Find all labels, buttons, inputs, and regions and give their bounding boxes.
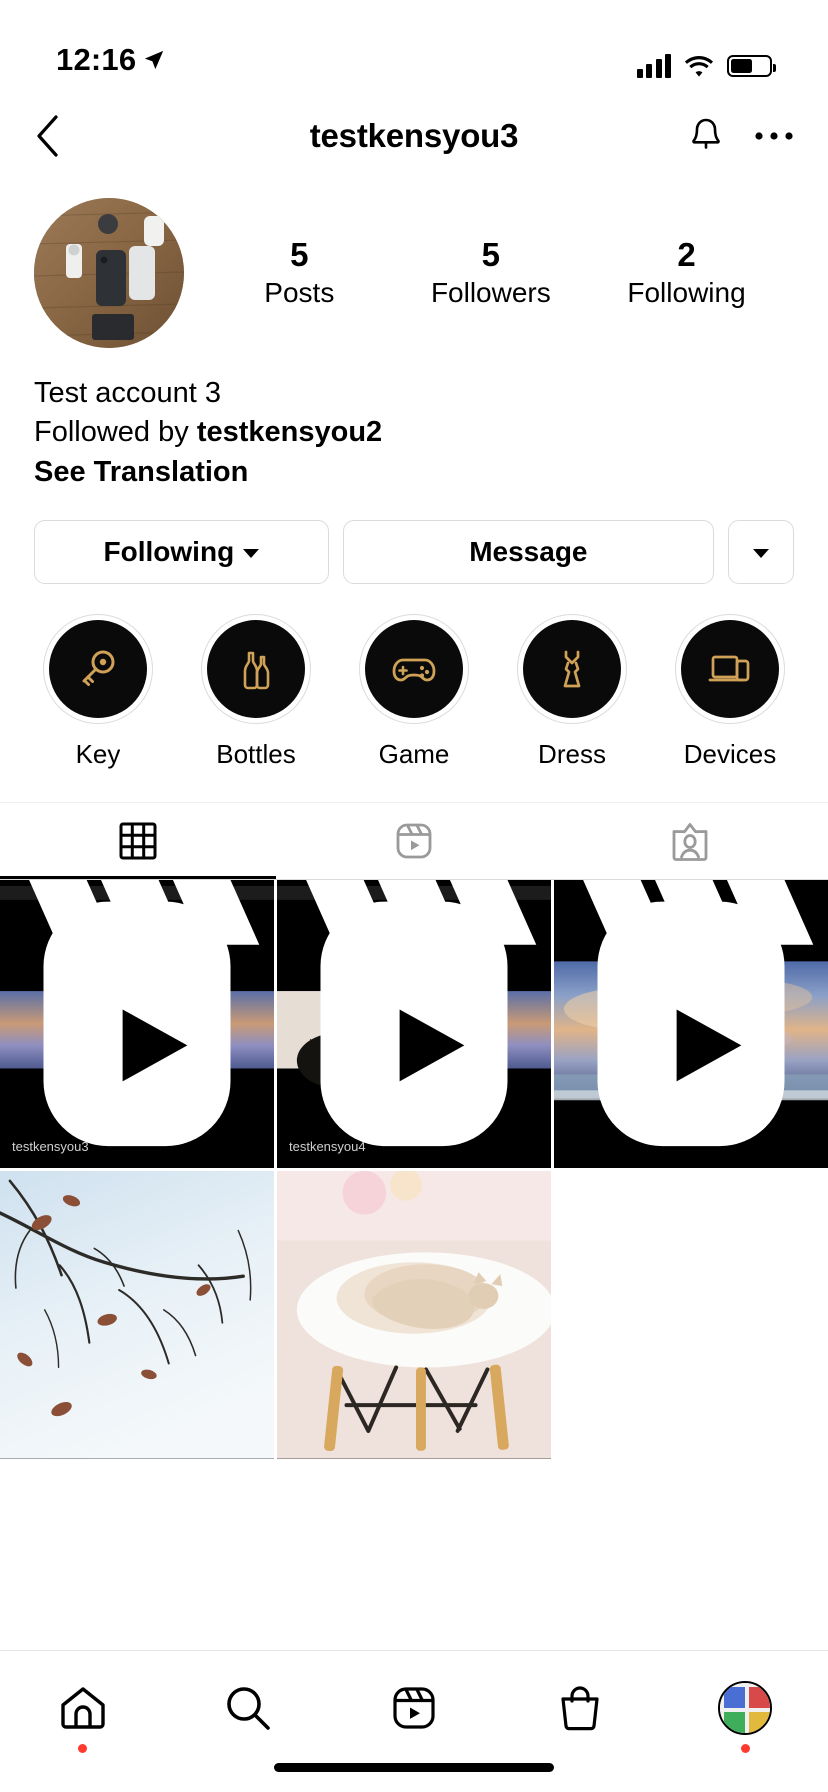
profile-header: testkensyou3 <box>0 92 828 180</box>
nav-notification-dot <box>740 1744 750 1753</box>
highlight-ring <box>359 614 469 725</box>
nav-shop[interactable] <box>497 1667 663 1749</box>
profile-summary: 5 Posts 5 Followers 2 Following <box>0 180 828 348</box>
highlight-cover <box>365 620 463 719</box>
followed-by-username[interactable]: testkensyou2 <box>197 416 382 448</box>
bottom-navigation <box>0 1650 828 1792</box>
story-highlights: Key Bottles Game Dress Devices <box>0 584 828 770</box>
tab-reels[interactable] <box>276 803 552 879</box>
chevron-down-icon <box>243 549 260 559</box>
highlight-dress[interactable]: Dress <box>500 614 644 770</box>
post-watermark: testkensyou4 <box>289 1139 366 1154</box>
post-thumbnail[interactable] <box>0 1171 274 1459</box>
nav-profile[interactable] <box>662 1667 828 1753</box>
post-thumbnail[interactable]: testkensyou4 <box>277 880 551 1168</box>
post-thumbnail[interactable]: testkensyou3 <box>0 880 274 1168</box>
bottles-icon <box>243 652 270 690</box>
reels-icon <box>396 823 432 859</box>
more-options-button[interactable] <box>754 130 794 142</box>
highlight-ring <box>517 614 627 725</box>
nav-home[interactable] <box>0 1667 166 1753</box>
profile-stats: 5 Posts 5 Followers 2 Following <box>184 234 794 312</box>
highlight-ring <box>675 614 785 725</box>
post-thumbnail[interactable] <box>554 880 828 1168</box>
profile-bio: Test account 3 Followed by testkensyou2 … <box>0 348 828 492</box>
home-icon <box>61 1687 105 1729</box>
status-bar-indicators <box>636 54 776 78</box>
followed-by-line: Followed by testkensyou2 <box>34 413 794 452</box>
profile-actions: Following Message <box>0 492 828 585</box>
wifi-icon <box>684 55 714 78</box>
status-bar-time: 12:16 <box>56 42 137 77</box>
dress-icon <box>563 650 581 688</box>
reel-icon <box>306 880 537 1147</box>
highlight-label: Devices <box>683 739 777 770</box>
reels-icon <box>393 1687 435 1729</box>
highlight-key[interactable]: Key <box>26 614 170 770</box>
message-button[interactable]: Message <box>342 520 714 585</box>
stat-posts-value: 5 <box>290 236 309 274</box>
following-button[interactable]: Following <box>34 520 329 585</box>
status-bar-time-group: 12:16 <box>56 42 165 78</box>
stat-followers-value: 5 <box>481 236 501 274</box>
highlight-ring <box>201 614 311 725</box>
following-button-label: Following <box>103 536 235 568</box>
devices-icon <box>708 655 750 682</box>
stat-following-value: 2 <box>677 236 696 274</box>
profile-avatar-icon <box>718 1681 773 1735</box>
suggestions-dropdown-button[interactable] <box>728 520 794 585</box>
post-thumbnail[interactable] <box>277 1171 551 1459</box>
grid-icon <box>119 822 157 860</box>
tab-tagged[interactable] <box>552 803 828 879</box>
highlight-devices[interactable]: Devices <box>658 614 802 770</box>
gamepad-icon <box>392 658 436 682</box>
highlight-label: Bottles <box>216 739 296 770</box>
highlight-cover <box>681 620 779 719</box>
highlight-label: Dress <box>538 739 606 770</box>
shop-bag-icon <box>560 1686 599 1731</box>
location-arrow-icon <box>143 49 165 71</box>
highlight-label: Game <box>378 739 450 770</box>
post-grid: testkensyou3 testkensyou4 <box>0 880 828 1459</box>
highlight-cover <box>207 620 305 719</box>
highlight-game[interactable]: Game <box>342 614 486 770</box>
stat-following[interactable]: 2 Following <box>627 234 745 312</box>
stat-following-label: Following <box>627 277 746 309</box>
reel-icon <box>583 880 814 1147</box>
stat-followers-label: Followers <box>430 277 551 309</box>
chevron-down-icon <box>753 549 769 559</box>
reel-icon <box>29 880 260 1147</box>
stat-followers[interactable]: 5 Followers <box>431 234 551 312</box>
nav-notification-dot <box>78 1744 88 1753</box>
highlight-label: Key <box>75 739 121 770</box>
profile-avatar[interactable] <box>34 198 184 348</box>
back-button[interactable] <box>34 114 60 158</box>
tab-grid[interactable] <box>0 803 276 880</box>
post-watermark: testkensyou3 <box>12 1139 89 1154</box>
profile-tabs <box>0 802 828 880</box>
key-icon <box>82 650 115 687</box>
highlight-bottles[interactable]: Bottles <box>184 614 328 770</box>
message-button-label: Message <box>469 536 588 568</box>
stat-posts[interactable]: 5 Posts <box>244 234 354 312</box>
status-bar: 12:16 <box>0 0 828 92</box>
battery-icon <box>727 55 776 77</box>
nav-reels[interactable] <box>331 1667 497 1749</box>
highlight-cover <box>523 620 621 719</box>
tagged-icon <box>672 823 708 862</box>
stat-posts-label: Posts <box>264 277 335 309</box>
followed-by-prefix: Followed by <box>34 416 197 449</box>
nav-search[interactable] <box>166 1667 332 1749</box>
bell-icon[interactable] <box>688 116 724 156</box>
highlight-ring <box>43 614 153 725</box>
bio-display-name: Test account 3 <box>34 377 221 409</box>
see-translation-link[interactable]: See Translation <box>34 453 794 492</box>
home-indicator <box>274 1763 554 1772</box>
search-icon <box>227 1687 271 1730</box>
highlight-cover <box>49 620 147 719</box>
cellular-signal-icon <box>636 54 671 78</box>
